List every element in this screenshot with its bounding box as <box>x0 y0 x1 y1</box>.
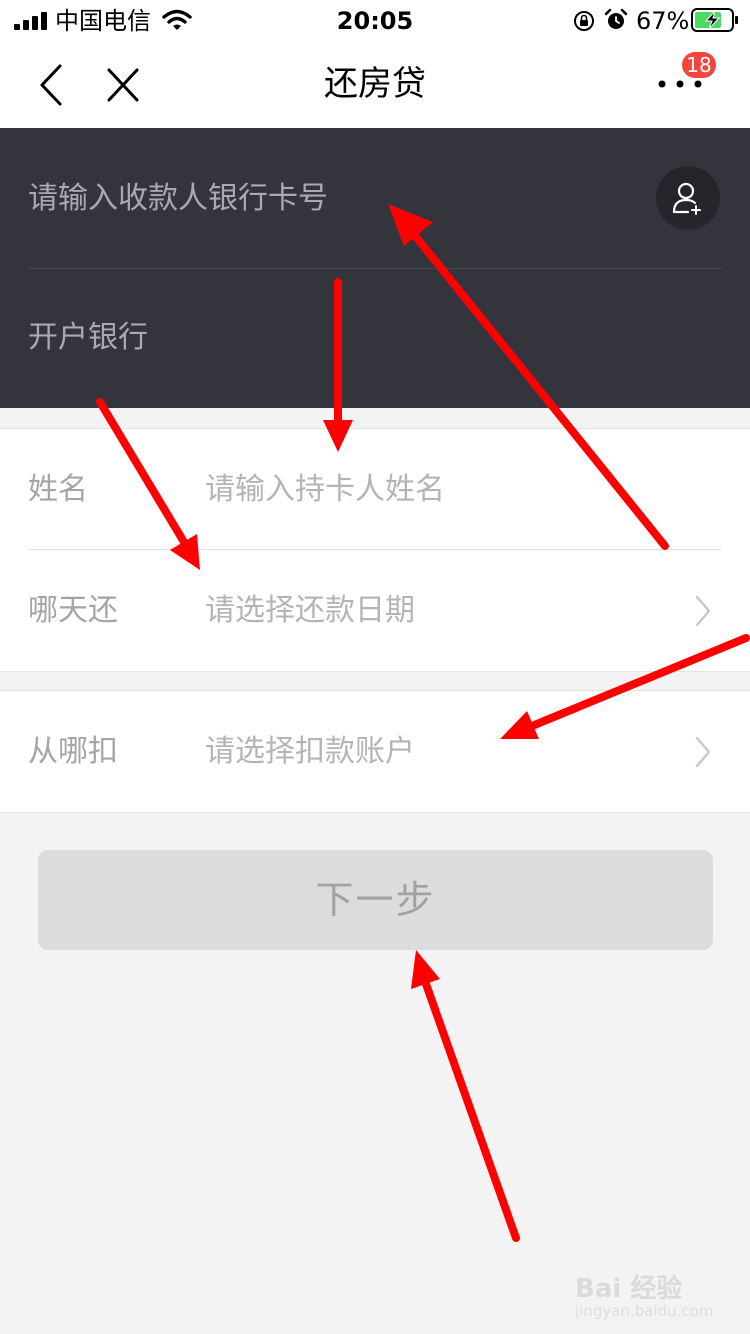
card-number-input[interactable] <box>28 176 628 220</box>
repay-date-label: 哪天还 <box>28 593 118 628</box>
payee-card: 开户银行 <box>0 128 750 408</box>
arrow-to-next-button <box>411 950 520 1242</box>
bank-row[interactable]: 开户银行 <box>28 268 722 408</box>
repay-date-row[interactable]: 哪天还 请选择还款日期 <box>0 550 750 670</box>
debit-account-row[interactable]: 从哪扣 请选择扣款账户 <box>0 691 750 811</box>
baidu-watermark: Bai 经验 jingyan.baidu.com <box>575 1268 725 1324</box>
form-group-payee: 姓名 哪天还 请选择还款日期 <box>0 428 750 672</box>
page-title: 还房贷 <box>324 64 426 104</box>
battery-percent: 67% <box>636 7 690 35</box>
chevron-right-icon <box>695 595 711 627</box>
select-contact-button[interactable] <box>656 166 720 230</box>
debit-account-placeholder: 请选择扣款账户 <box>205 734 415 769</box>
notification-badge: 18 <box>682 52 716 78</box>
watermark-logo-text: Bai 经验 <box>575 1274 683 1304</box>
chevron-right-icon <box>695 736 711 768</box>
alarm-icon <box>604 8 628 29</box>
debit-account-label: 从哪扣 <box>28 734 118 769</box>
navigation-bar: 还房贷 <box>0 42 750 128</box>
add-contact-icon <box>672 182 701 215</box>
form-group-debit: 从哪扣 请选择扣款账户 <box>0 690 750 813</box>
battery-charging-icon <box>691 8 738 32</box>
status-bar: 中国电信 20:05 67% <box>0 0 750 42</box>
repay-date-placeholder: 请选择还款日期 <box>205 593 415 628</box>
more-dots-icon <box>658 80 702 88</box>
cardholder-name-input[interactable] <box>205 469 685 511</box>
name-label: 姓名 <box>28 472 88 507</box>
card-number-row <box>28 128 722 269</box>
name-row: 姓名 <box>0 429 750 550</box>
rotation-lock-icon <box>574 11 594 31</box>
watermark-url: jingyan.baidu.com <box>575 1302 714 1320</box>
bank-label: 开户银行 <box>28 320 148 355</box>
next-step-button[interactable]: 下一步 <box>38 850 713 950</box>
